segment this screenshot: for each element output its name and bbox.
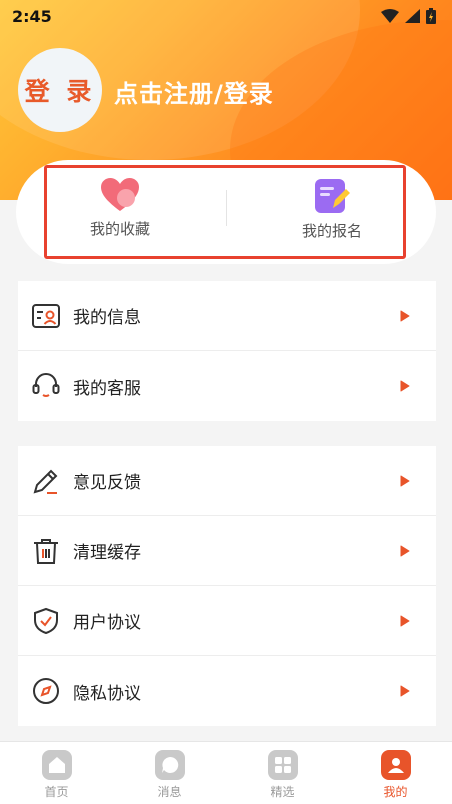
status-icons [381,8,436,24]
menu-label-privacy-agreement: 隐私协议 [73,683,141,704]
menu-item-customer-service[interactable]: 我的客服 [18,351,436,421]
trash-icon [30,535,62,567]
chevron-right-icon [400,380,410,392]
tab-mine-label: 我的 [383,785,408,799]
user-card-icon [30,300,62,332]
menu-item-privacy-agreement[interactable]: 隐私协议 [18,656,436,726]
tab-messages[interactable]: 消息 [113,742,226,804]
login-register-link[interactable]: 点击注册/登录 [114,74,274,109]
chevron-right-icon [400,685,410,697]
tab-mine[interactable]: 我的 [339,742,452,804]
tab-home-label: 首页 [44,785,69,799]
bottom-tab-bar: 首页 消息 精选 我的 [0,741,452,804]
menu-item-clear-cache[interactable]: 清理缓存 [18,516,436,586]
quick-actions-divider [226,190,227,226]
menu-label-feedback: 意见反馈 [73,473,141,493]
status-time: 2:45 [12,6,52,26]
pen-icon [30,465,62,497]
menu-group-account: 我的信息 我的客服 [18,281,436,421]
signal-icon [405,9,420,23]
wifi-icon [381,9,399,23]
menu-group-settings: 意见反馈 清理缓存 用户协议 隐私协议 [18,446,436,726]
chevron-right-icon [400,545,410,557]
my-favorites-button[interactable]: 我的收藏 [50,178,190,248]
battery-icon [426,8,436,24]
menu-label-clear-cache: 清理缓存 [73,543,141,563]
menu-item-user-agreement[interactable]: 用户协议 [18,586,436,656]
home-icon [41,750,72,780]
menu-label-my-info: 我的信息 [73,308,141,328]
menu-label-customer-service: 我的客服 [73,378,141,399]
tab-featured[interactable]: 精选 [226,742,339,804]
menu-item-feedback[interactable]: 意见反馈 [18,446,436,516]
chevron-right-icon [400,310,410,322]
my-signups-label: 我的报名 [301,222,362,240]
status-bar: 2:45 [0,0,452,32]
tab-home[interactable]: 首页 [0,742,113,804]
chevron-right-icon [400,615,410,627]
grid-icon [267,750,298,780]
signup-form-icon [315,179,350,213]
menu-item-my-info[interactable]: 我的信息 [18,281,436,351]
tab-featured-label: 精选 [270,785,295,799]
tab-messages-label: 消息 [157,785,182,799]
heart-icon [101,178,139,211]
avatar[interactable]: 登 录 [18,48,102,132]
headset-icon [30,370,62,402]
avatar-text: 登 录 [24,77,96,106]
my-favorites-label: 我的收藏 [89,220,150,238]
profile-icon [380,750,411,780]
my-signups-button[interactable]: 我的报名 [262,178,402,248]
message-icon [154,750,185,780]
compass-icon [30,675,62,707]
chevron-right-icon [400,475,410,487]
shield-check-icon [30,605,62,637]
menu-label-user-agreement: 用户协议 [73,613,141,633]
